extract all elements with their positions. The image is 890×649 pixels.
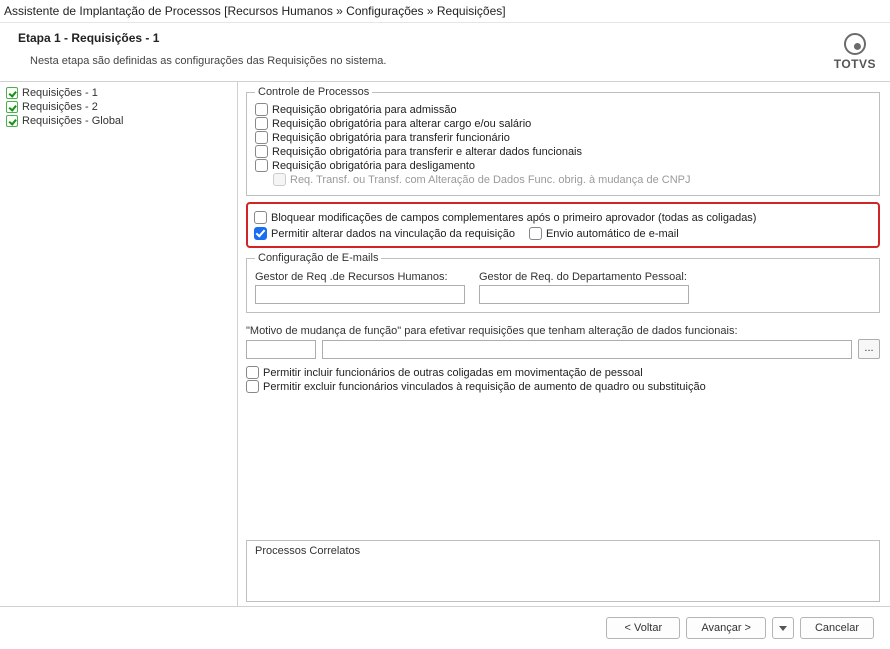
step-title: Etapa 1 - Requisições - 1 — [18, 31, 834, 45]
steps-sidebar: Requisições - 1 Requisições - 2 Requisiç… — [0, 82, 238, 606]
cancel-button[interactable]: Cancelar — [800, 617, 874, 639]
checkbox-label: Requisição obrigatória para desligamento — [272, 160, 475, 172]
sidebar-item-label: Requisições - Global — [22, 115, 124, 127]
checkbox-label: Req. Transf. ou Transf. com Alteração de… — [290, 174, 690, 186]
checkbox-permitir-alterar[interactable] — [254, 227, 267, 240]
checkbox-label: Envio automático de e-mail — [546, 228, 679, 240]
config-emails-legend: Configuração de E-mails — [255, 252, 381, 264]
check-icon — [6, 115, 18, 127]
next-dropdown-button[interactable] — [772, 617, 794, 639]
checkbox-excluir-vinculados[interactable] — [246, 380, 259, 393]
step-description: Nesta etapa são definidas as configuraçõ… — [30, 55, 834, 67]
brand-name: TOTVS — [834, 57, 876, 71]
checkbox-label: Permitir excluir funcionários vinculados… — [263, 381, 706, 393]
checkbox-label: Requisição obrigatória para transferir f… — [272, 132, 510, 144]
motivo-desc-input[interactable] — [322, 340, 852, 359]
check-icon — [6, 101, 18, 113]
checkbox-label: Permitir incluir funcionários de outras … — [263, 367, 643, 379]
sidebar-item-label: Requisições - 1 — [22, 87, 98, 99]
sidebar-item-requisicoes-2[interactable]: Requisições - 2 — [0, 100, 237, 114]
sidebar-item-requisicoes-1[interactable]: Requisições - 1 — [0, 86, 237, 100]
config-emails-group: Configuração de E-mails Gestor de Req .d… — [246, 252, 880, 313]
controle-processos-group: Controle de Processos Requisição obrigat… — [246, 86, 880, 196]
window-title: Assistente de Implantação de Processos [… — [0, 0, 890, 23]
motivo-code-input[interactable] — [246, 340, 316, 359]
checkbox-transferir[interactable] — [255, 131, 268, 144]
brand-logo: TOTVS — [834, 33, 876, 71]
gestor-dp-label: Gestor de Req. do Departamento Pessoal: — [479, 271, 689, 283]
checkbox-transferir-dados[interactable] — [255, 145, 268, 158]
check-icon — [6, 87, 18, 99]
highlighted-options: Bloquear modificações de campos compleme… — [246, 202, 880, 248]
checkbox-cargo-salario[interactable] — [255, 117, 268, 130]
processos-correlatos-panel: Processos Correlatos — [246, 540, 880, 602]
processos-correlatos-title: Processos Correlatos — [255, 545, 360, 557]
checkbox-envio-email[interactable] — [529, 227, 542, 240]
checkbox-label: Requisição obrigatória para alterar carg… — [272, 118, 531, 130]
controle-processos-legend: Controle de Processos — [255, 86, 372, 98]
next-button[interactable]: Avançar > — [686, 617, 766, 639]
checkbox-admissao[interactable] — [255, 103, 268, 116]
checkbox-bloquear-modificacoes[interactable] — [254, 211, 267, 224]
gestor-dp-input[interactable] — [479, 285, 689, 304]
chevron-down-icon — [779, 626, 787, 631]
checkbox-label: Requisição obrigatória para admissão — [272, 104, 457, 116]
gestor-rh-label: Gestor de Req .de Recursos Humanos: — [255, 271, 465, 283]
checkbox-label: Bloquear modificações de campos compleme… — [271, 212, 756, 224]
checkbox-desligamento[interactable] — [255, 159, 268, 172]
checkbox-cnpj — [273, 173, 286, 186]
wizard-footer: < Voltar Avançar > Cancelar — [0, 606, 890, 649]
sidebar-item-requisicoes-global[interactable]: Requisições - Global — [0, 114, 237, 128]
motivo-lookup-button[interactable]: ... — [858, 339, 880, 359]
checkbox-label: Permitir alterar dados na vinculação da … — [271, 228, 515, 240]
wizard-header: Etapa 1 - Requisições - 1 Nesta etapa sã… — [0, 23, 890, 82]
totvs-logo-icon — [844, 33, 866, 55]
motivo-label: "Motivo de mudança de função" para efeti… — [246, 325, 880, 337]
checkbox-label: Requisição obrigatória para transferir e… — [272, 146, 582, 158]
sidebar-item-label: Requisições - 2 — [22, 101, 98, 113]
gestor-rh-input[interactable] — [255, 285, 465, 304]
main-panel: Controle de Processos Requisição obrigat… — [238, 82, 890, 606]
back-button[interactable]: < Voltar — [606, 617, 680, 639]
checkbox-incluir-coligadas[interactable] — [246, 366, 259, 379]
